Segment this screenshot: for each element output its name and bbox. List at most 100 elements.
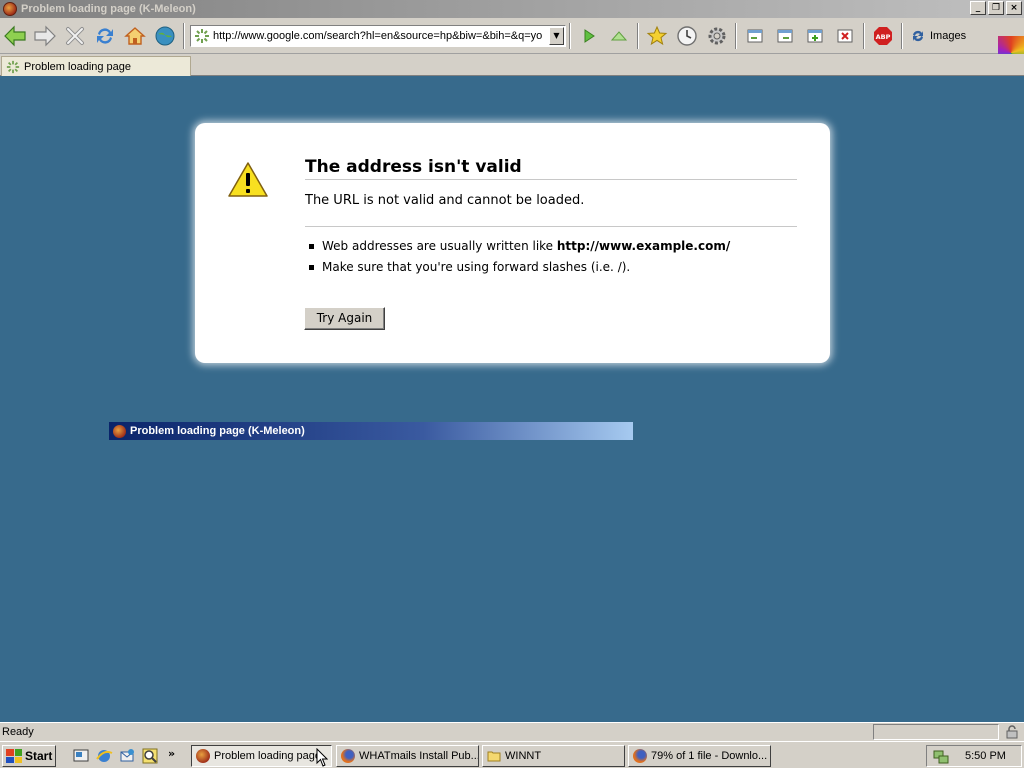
tray-clock[interactable]: 5:50 PM [965, 750, 1006, 762]
forward-arrow-icon [34, 25, 56, 46]
globe-button[interactable] [151, 22, 179, 50]
close-button[interactable]: × [1006, 1, 1022, 15]
windows-flag-icon [6, 749, 22, 763]
tab-label: Problem loading page [24, 60, 132, 73]
error-divider [305, 226, 797, 227]
navigation-toolbar: http://www.google.com/search?hl=en&sourc… [0, 18, 1024, 70]
toolbar-separator [569, 22, 571, 49]
stop-x-icon [66, 26, 84, 45]
home-icon [124, 26, 146, 45]
reload-icon [97, 27, 113, 44]
toolbar-separator [735, 22, 737, 49]
adblock-button[interactable]: ABP [869, 22, 897, 50]
taskbar-item-label: WINNT [505, 750, 542, 762]
taskbar-item-label: WHATmails Install Pub... [359, 750, 479, 762]
images-label: Images [930, 29, 967, 42]
taskbar-item-winnt[interactable]: WINNT [482, 745, 625, 767]
start-button[interactable]: Start [2, 745, 56, 767]
taskbar-item-label: 79% of 1 file - Downlo... [651, 750, 768, 762]
toolbar-separator [863, 22, 865, 49]
window-left-icon [747, 29, 763, 42]
adblock-icon: ABP [874, 26, 892, 45]
toolbar-separator [183, 22, 185, 49]
taskbar-item-whatmails[interactable]: WHATmails Install Pub... [336, 745, 479, 767]
firefox-download-icon [633, 749, 647, 763]
window-switch-label: Problem loading page (K-Meleon) [130, 425, 305, 437]
back-arrow-icon [4, 25, 26, 46]
toolbar-separator [637, 22, 639, 49]
stop-button[interactable] [61, 22, 89, 50]
tab-problem-loading-page[interactable]: Problem loading page [1, 56, 191, 76]
warning-icon [228, 162, 268, 197]
taskbar-item-kmeleon[interactable]: Problem loading page [191, 745, 332, 767]
status-bar: Ready [0, 722, 1024, 741]
tab-bar: Problem loading page [0, 54, 1024, 76]
list-item: Make sure that you're using forward slas… [305, 260, 730, 274]
security-lock-icon[interactable] [1004, 725, 1020, 739]
kmeleon-small-icon [113, 424, 126, 438]
error-suggestion-list: Web addresses are usually written like h… [305, 239, 730, 281]
system-tray: 5:50 PM [926, 745, 1022, 767]
star-icon [646, 25, 668, 45]
taskbar-item-download[interactable]: 79% of 1 file - Downlo... [628, 745, 771, 767]
new-window-button[interactable] [801, 22, 829, 50]
tab-loading-icon [6, 60, 20, 73]
preferences-button[interactable] [703, 22, 731, 50]
window-next-button[interactable] [771, 22, 799, 50]
window-title: Problem loading page (K-Meleon) [21, 3, 196, 15]
window-prev-button[interactable] [741, 22, 769, 50]
network-tray-icon[interactable] [932, 748, 950, 766]
url-dropdown-button[interactable]: ▼ [549, 26, 564, 45]
history-button[interactable] [673, 22, 701, 50]
go-play-icon [584, 28, 595, 43]
go-button[interactable] [575, 22, 603, 50]
close-window-icon [837, 29, 853, 42]
list-item: Web addresses are usually written like h… [305, 239, 730, 253]
show-desktop-icon[interactable] [72, 747, 90, 765]
outlook-express-icon[interactable] [118, 747, 136, 765]
gear-icon [708, 27, 726, 44]
home-button[interactable] [121, 22, 149, 50]
window-controls: _ ❐ × [970, 1, 1022, 15]
suggestion-text: Web addresses are usually written like [322, 239, 554, 253]
start-label: Start [25, 749, 53, 763]
svg-text:ABP: ABP [876, 33, 891, 41]
window-right-icon [777, 29, 793, 42]
page-content: The address isn't valid The URL is not v… [0, 76, 1024, 722]
search-icon[interactable] [141, 747, 159, 765]
restore-button[interactable]: ❐ [988, 1, 1004, 15]
taskbar-item-label: Problem loading page [214, 750, 322, 762]
error-title: The address isn't valid [305, 157, 797, 180]
reload-button[interactable] [91, 22, 119, 50]
firefox-task-icon [341, 749, 355, 763]
status-text: Ready [2, 726, 34, 738]
up-button[interactable] [605, 22, 633, 50]
globe-icon [155, 26, 175, 45]
window-title-bar[interactable]: Problem loading page (K-Meleon) _ ❐ × [0, 0, 1024, 18]
internet-explorer-icon[interactable] [95, 747, 113, 765]
kmeleon-task-icon [196, 749, 210, 763]
suggestion-text: Make sure that you're using forward slas… [322, 260, 631, 274]
quicklaunch-more-chevron-icon[interactable]: » [168, 747, 175, 760]
error-page-container: The address isn't valid The URL is not v… [195, 123, 830, 363]
images-toggle-button[interactable]: Images [910, 28, 966, 44]
close-window-button[interactable] [831, 22, 859, 50]
minimize-button[interactable]: _ [970, 1, 986, 15]
window-switch-caption[interactable]: Problem loading page (K-Meleon) [109, 422, 633, 440]
try-again-button[interactable]: Try Again [304, 307, 385, 330]
url-text[interactable]: http://www.google.com/search?hl=en&sourc… [213, 30, 549, 42]
status-progress-pane [873, 724, 999, 740]
page-loading-icon [195, 28, 209, 43]
forward-button[interactable] [31, 22, 59, 50]
windows-taskbar: Start » Problem loading page WHATmails I… [0, 741, 1024, 768]
error-short-description: The URL is not valid and cannot be loade… [305, 193, 585, 208]
back-button[interactable] [1, 22, 29, 50]
url-bar[interactable]: http://www.google.com/search?hl=en&sourc… [190, 24, 566, 47]
kmeleon-app-icon[interactable] [3, 2, 17, 16]
clock-icon [677, 25, 697, 46]
up-triangle-icon [610, 30, 628, 40]
example-url: http://www.example.com/ [556, 239, 731, 253]
mouse-cursor-icon [316, 748, 328, 767]
new-window-icon [807, 29, 823, 42]
bookmarks-button[interactable] [643, 22, 671, 50]
